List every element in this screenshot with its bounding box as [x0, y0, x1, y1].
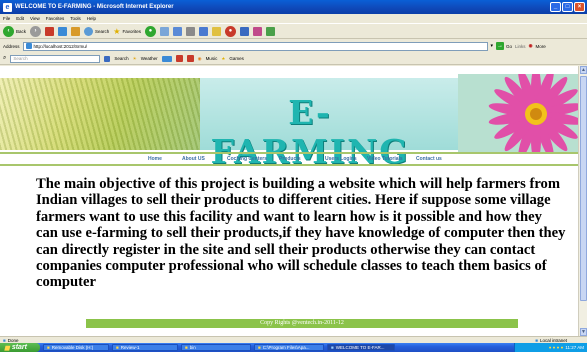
magnifier-icon: ⌕ [3, 55, 7, 61]
window-titlebar: e WELCOME TO E-FARMING - Microsoft Inter… [0, 0, 587, 14]
video-icon[interactable] [186, 55, 194, 62]
window-title: WELCOME TO E-FARMING - Microsoft Interne… [15, 4, 174, 10]
task-program-files[interactable]: ■ C:\Program Files\Apa... [254, 344, 324, 351]
more-button[interactable]: More [536, 44, 546, 49]
nav-contact-us[interactable]: Contact us [416, 156, 442, 162]
wheat-field-image [0, 78, 200, 150]
task-welcome-efarming[interactable]: ■ WELCOME TO E-FAR... [327, 344, 395, 351]
folder-icon: ■ [47, 345, 50, 350]
taskbar: ◼ start ■ Removable Disk (H:) ■ Review-1… [0, 343, 587, 352]
games-button[interactable]: Games [229, 56, 244, 61]
address-dropdown-icon[interactable]: ▾ [491, 43, 494, 49]
task-review-1[interactable]: ■ Review-1 [112, 344, 178, 351]
mail-icon[interactable] [172, 26, 182, 36]
search-button[interactable]: Search [84, 26, 109, 36]
tools-icon[interactable] [265, 26, 275, 36]
search-input[interactable]: Search [10, 54, 101, 63]
back-button[interactable]: ‹ Back [3, 25, 26, 37]
clock[interactable]: 11:27 AM [565, 345, 584, 350]
msn-icon[interactable]: ◉ [529, 43, 533, 49]
history-icon[interactable] [159, 26, 169, 36]
search-toolbar: ⌕ Search Search ☀ Weather ◉ Music ★ Game… [0, 53, 587, 65]
search-engine-icon[interactable] [104, 55, 111, 62]
page-done-icon: ■ [3, 337, 6, 343]
standard-toolbar: ‹ Back › Search ★ Favorites ● ● [0, 23, 587, 39]
maximize-button[interactable]: □ [562, 2, 573, 12]
menu-edit[interactable]: Edit [16, 16, 24, 21]
address-bar: Address http://localhost:2012/Srmu/ ▾ → … [3, 41, 546, 51]
bluetooth-icon[interactable] [252, 26, 262, 36]
stop-icon[interactable] [45, 26, 55, 36]
star-icon: ★ [113, 26, 121, 36]
folder-icon: ■ [258, 345, 261, 350]
print-icon[interactable] [185, 26, 195, 36]
scroll-down-icon[interactable]: ▼ [580, 328, 587, 336]
search-icon [84, 26, 94, 36]
page-content: E-FARMING Home About US Coching Centers … [0, 66, 578, 336]
home-icon[interactable] [71, 26, 81, 36]
menu-bar: File Edit View Favorites Tools Help [0, 14, 587, 23]
site-nav: Home About US Coching Centers Products U… [0, 154, 578, 164]
menu-favorites[interactable]: Favorites [46, 16, 65, 21]
menu-tools[interactable]: Tools [70, 16, 81, 21]
nav-about-us[interactable]: About US [182, 156, 205, 162]
flower-image [458, 74, 578, 154]
search-toolbar-button[interactable]: Search [114, 56, 128, 61]
go-arrow-icon: → [496, 42, 505, 50]
scroll-up-icon[interactable]: ▲ [580, 66, 587, 74]
status-bar: ■ Done ■ Local intranet [0, 336, 587, 343]
forward-button[interactable]: › [30, 25, 42, 37]
back-arrow-icon: ‹ [3, 25, 14, 37]
tray-icons[interactable]: ● ● ● ● [549, 345, 564, 350]
site-banner: E-FARMING [0, 74, 578, 171]
status-text: Done [7, 337, 19, 343]
messenger-icon[interactable] [239, 26, 249, 36]
page-icon [25, 43, 32, 49]
project-objective-text: The main objective of this project is bu… [36, 176, 566, 291]
menu-file[interactable]: File [3, 16, 10, 21]
games-icon: ★ [221, 55, 226, 61]
menu-view[interactable]: View [30, 16, 40, 21]
windows-logo-icon: ◼ [4, 344, 10, 352]
news-icon[interactable] [175, 55, 183, 62]
refresh-icon[interactable] [58, 26, 68, 36]
music-button[interactable]: Music [206, 56, 218, 61]
menu-help[interactable]: Help [87, 16, 96, 21]
folder-icon: ■ [116, 345, 119, 350]
links-button[interactable]: Links [515, 44, 526, 49]
vertical-scrollbar[interactable]: ▲ ▼ [578, 66, 587, 336]
minimize-button[interactable]: _ [550, 2, 561, 12]
ie-icon: e [3, 2, 12, 12]
scroll-thumb[interactable] [580, 76, 587, 301]
nav-users-logins[interactable]: Users Logins [325, 156, 357, 162]
weather-button[interactable]: Weather [141, 56, 158, 61]
go-button[interactable]: → Go [496, 42, 512, 50]
task-removable-disk[interactable]: ■ Removable Disk (H:) [43, 344, 109, 351]
address-input[interactable]: http://localhost:2012/Srmu/ [22, 41, 488, 51]
nav-products[interactable]: Products [279, 156, 301, 162]
nav-video-tutorials[interactable]: Video Tutorials [367, 156, 403, 162]
folder-icon: ■ [185, 345, 188, 350]
media-icon[interactable]: ● [144, 25, 156, 37]
nav-home[interactable]: Home [148, 156, 162, 162]
mail-toolbar-icon[interactable] [161, 55, 172, 62]
favorites-button[interactable]: ★ Favorites [113, 27, 141, 36]
copyright-footer: Copy Rights @ventech.in-2011-12 [86, 319, 518, 328]
start-button[interactable]: ◼ start [0, 343, 40, 352]
close-button[interactable]: × [574, 2, 585, 12]
nav-coching-centers[interactable]: Coching Centers [227, 156, 267, 162]
intranet-icon: ■ [535, 337, 538, 343]
system-tray: ● ● ● ● 11:27 AM [514, 343, 587, 352]
zone-label: Local intranet [539, 337, 567, 343]
music-icon: ◉ [197, 55, 202, 61]
research-icon[interactable]: ● [224, 25, 236, 37]
folder-icon[interactable] [211, 26, 221, 36]
nav-divider-bottom [0, 164, 578, 166]
task-bin[interactable]: ■ bin [181, 344, 251, 351]
ie-icon: ■ [331, 345, 334, 350]
edit-icon[interactable] [198, 26, 208, 36]
weather-icon: ☀ [132, 55, 137, 61]
